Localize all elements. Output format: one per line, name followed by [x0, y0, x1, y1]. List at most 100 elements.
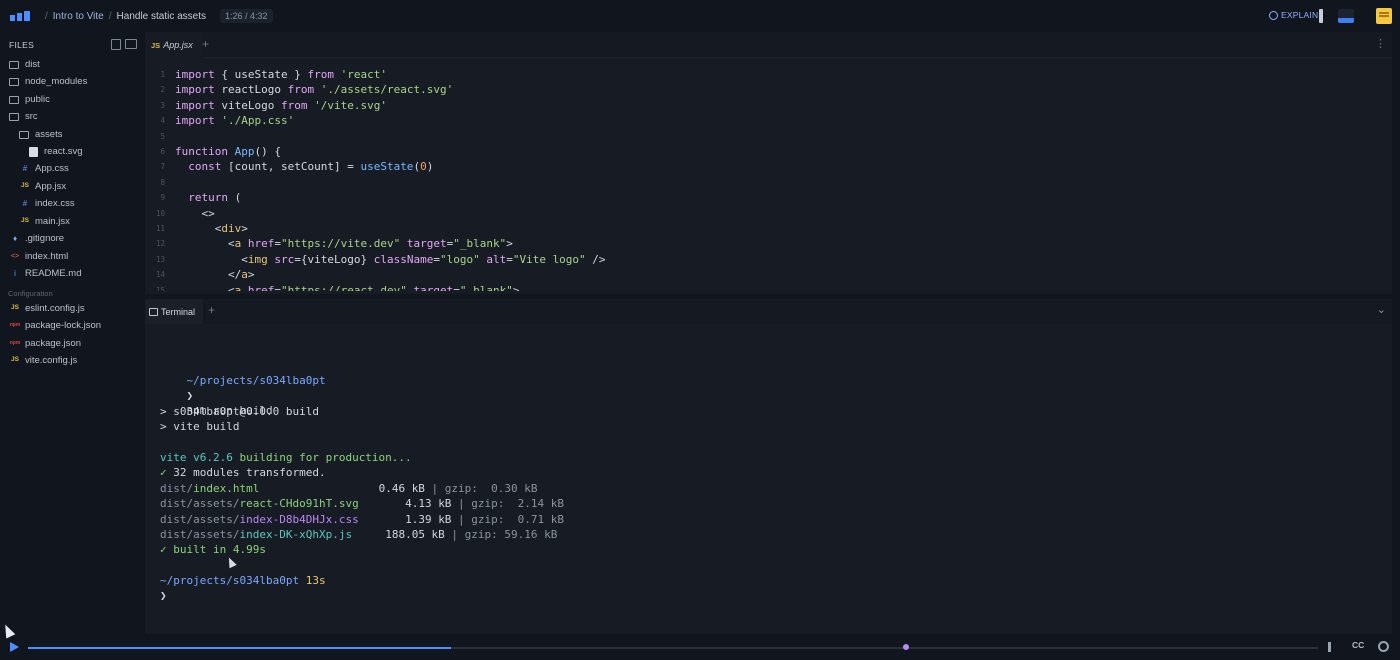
- check-icon: ✓: [160, 543, 167, 556]
- terminal-line: > s034lba0pt@0.0.0 build: [160, 405, 319, 418]
- captions-button[interactable]: CC: [1352, 640, 1364, 650]
- js-file-icon: JS: [11, 356, 19, 364]
- folder-icon: [9, 60, 19, 69]
- breadcrumb-course-link[interactable]: Intro to Vite: [53, 11, 104, 22]
- layout-split-icon[interactable]: [1338, 9, 1354, 23]
- sidebar-item-dist[interactable]: dist: [9, 56, 40, 73]
- sidebar-item-assets[interactable]: assets: [19, 126, 62, 143]
- tab-terminal[interactable]: Terminal: [145, 299, 204, 324]
- sidebar-item-package-json[interactable]: npm package.json: [9, 335, 81, 352]
- code-text: <div>: [175, 222, 248, 235]
- code-text: import { useState } from 'react': [175, 68, 387, 81]
- breadcrumb: / Intro to Vite / Handle static assets 1…: [40, 0, 273, 32]
- sidebar-item-readme[interactable]: i README.md: [9, 265, 81, 282]
- line-number: 10: [155, 208, 165, 218]
- output-file: index-DK-xQhXp.js: [239, 528, 353, 542]
- sidebar-item-package-lock[interactable]: npm package-lock.json: [9, 317, 101, 334]
- output-file: react-CHdo91hT.svg: [239, 497, 359, 511]
- gzip-label: | gzip:: [451, 512, 512, 526]
- built-time: built in 4.99s: [166, 543, 266, 556]
- code-text: <a href="https://react.dev" target="_bla…: [175, 283, 520, 291]
- css-file-icon: #: [22, 198, 28, 208]
- explain-button[interactable]: EXPLAIN: [1269, 10, 1318, 20]
- progress-fill: [28, 647, 452, 649]
- gzip-label: | gzip:: [451, 497, 512, 511]
- lesson-time: 1:26 / 4:32: [220, 9, 273, 23]
- gzip-label: | gzip:: [424, 482, 485, 495]
- sidebar-item-label: package.json: [25, 338, 81, 349]
- line-number: 1: [160, 70, 165, 79]
- terminal-path: ~/projects/s034lba0pt: [160, 574, 300, 587]
- sidebar-item-src[interactable]: src: [9, 108, 38, 125]
- sidebar-item-label: node_modules: [25, 76, 88, 87]
- sidebar-item-index-css[interactable]: # index.css: [19, 195, 75, 212]
- line-number: 13: [155, 254, 165, 264]
- code-text: <a href="https://vite.dev" target="_blan…: [175, 237, 513, 251]
- progress-track[interactable]: [28, 647, 1318, 649]
- code-text: function App() {: [175, 145, 281, 158]
- check-icon: ✓: [160, 466, 167, 479]
- timeline-marker[interactable]: [903, 644, 909, 650]
- more-options-icon[interactable]: ⋮: [1375, 37, 1386, 50]
- folder-open-icon: [19, 130, 29, 139]
- tab-label: App.jsx: [163, 40, 193, 50]
- add-tab-icon[interactable]: +: [202, 37, 209, 51]
- output-dir: dist/: [160, 482, 194, 495]
- sidebar-item-app-css[interactable]: # App.css: [19, 160, 69, 177]
- output-size: 4.13 kB: [398, 497, 452, 511]
- sidebar-item-main-jsx[interactable]: JS main.jsx: [19, 213, 70, 230]
- new-file-icon[interactable]: [111, 39, 121, 50]
- build-output-row: dist/index.html 0.46 kB | gzip: 0.30 kB: [160, 481, 538, 496]
- code-text: import viteLogo from '/vite.svg': [175, 98, 387, 112]
- video-player-bar: CC: [0, 634, 1400, 660]
- line-number: 11: [155, 224, 165, 233]
- new-folder-icon[interactable]: [125, 39, 137, 49]
- git-file-icon: ♦: [12, 233, 18, 243]
- layout-sidebar-icon[interactable]: [1319, 9, 1323, 23]
- sidebar-item-app-jsx[interactable]: JS App.jsx: [19, 178, 66, 195]
- prompt-symbol: ❯: [186, 389, 194, 402]
- sidebar-item-vite-config[interactable]: JS vite.config.js: [9, 352, 77, 369]
- code-text: import reactLogo from './assets/react.sv…: [175, 83, 454, 97]
- sidebar-item-label: main.jsx: [35, 216, 70, 227]
- top-bar: / Intro to Vite / Handle static assets 1…: [0, 0, 1400, 32]
- build-output-row: dist/assets/index-DK-xQhXp.js 188.05 kB …: [160, 527, 557, 542]
- code-content[interactable]: 1 import { useState } from 'react' 2 import…: [145, 67, 1392, 291]
- sidebar-item-index-html[interactable]: <> index.html: [9, 248, 68, 265]
- code-text: const [count, setCount] = useState(0): [188, 160, 434, 174]
- sidebar-item-label: index.html: [25, 251, 69, 262]
- code-editor: JS App.jsx + ⋮ 1 import { useState } from…: [145, 32, 1392, 294]
- sidebar-item-public[interactable]: public: [9, 91, 50, 108]
- js-file-icon: JS: [21, 217, 29, 225]
- output-file: index.html: [193, 482, 260, 495]
- sidebar-item-eslint-config[interactable]: JS eslint.config.js: [9, 300, 85, 317]
- output-size: 1.39 kB: [398, 512, 452, 526]
- add-terminal-icon[interactable]: +: [208, 303, 215, 317]
- play-icon[interactable]: [10, 642, 19, 652]
- tab-app-jsx[interactable]: JS App.jsx: [145, 32, 203, 58]
- settings-icon[interactable]: [1378, 641, 1389, 652]
- terminal-output[interactable]: ~/projects/s034lba0pt ❯ npm run build > …: [145, 324, 1392, 634]
- sidebar-item-react-svg[interactable]: react.svg: [29, 143, 83, 160]
- sidebar-item-label: vite.config.js: [25, 355, 78, 366]
- sidebar-item-node-modules[interactable]: node_modules: [9, 73, 87, 90]
- gzip-label: | gzip:: [444, 528, 505, 542]
- output-gzip: 2.14 kB: [511, 497, 565, 511]
- output-gzip: 59.16 kB: [504, 528, 558, 542]
- chevron-down-icon[interactable]: ⌄: [1377, 303, 1386, 316]
- terminal-line: > vite build: [160, 420, 240, 433]
- output-file: index-D8b4DHJx.css: [239, 512, 359, 526]
- output-size: 0.46 kB: [371, 482, 425, 495]
- tab-label: Terminal: [161, 306, 196, 317]
- output-dir: dist/assets/: [160, 497, 240, 511]
- volume-icon[interactable]: [1328, 642, 1338, 652]
- line-number: 4: [160, 116, 165, 126]
- terminal-icon: [149, 307, 158, 316]
- terminal-line: ✓ 32 modules transformed.: [160, 465, 326, 480]
- line-number: 2: [160, 85, 165, 95]
- sidebar-item-gitignore[interactable]: ♦ .gitignore: [9, 230, 64, 247]
- scrimba-logo-icon[interactable]: [10, 11, 30, 21]
- folder-icon: [9, 95, 19, 104]
- notes-icon[interactable]: [1376, 8, 1392, 24]
